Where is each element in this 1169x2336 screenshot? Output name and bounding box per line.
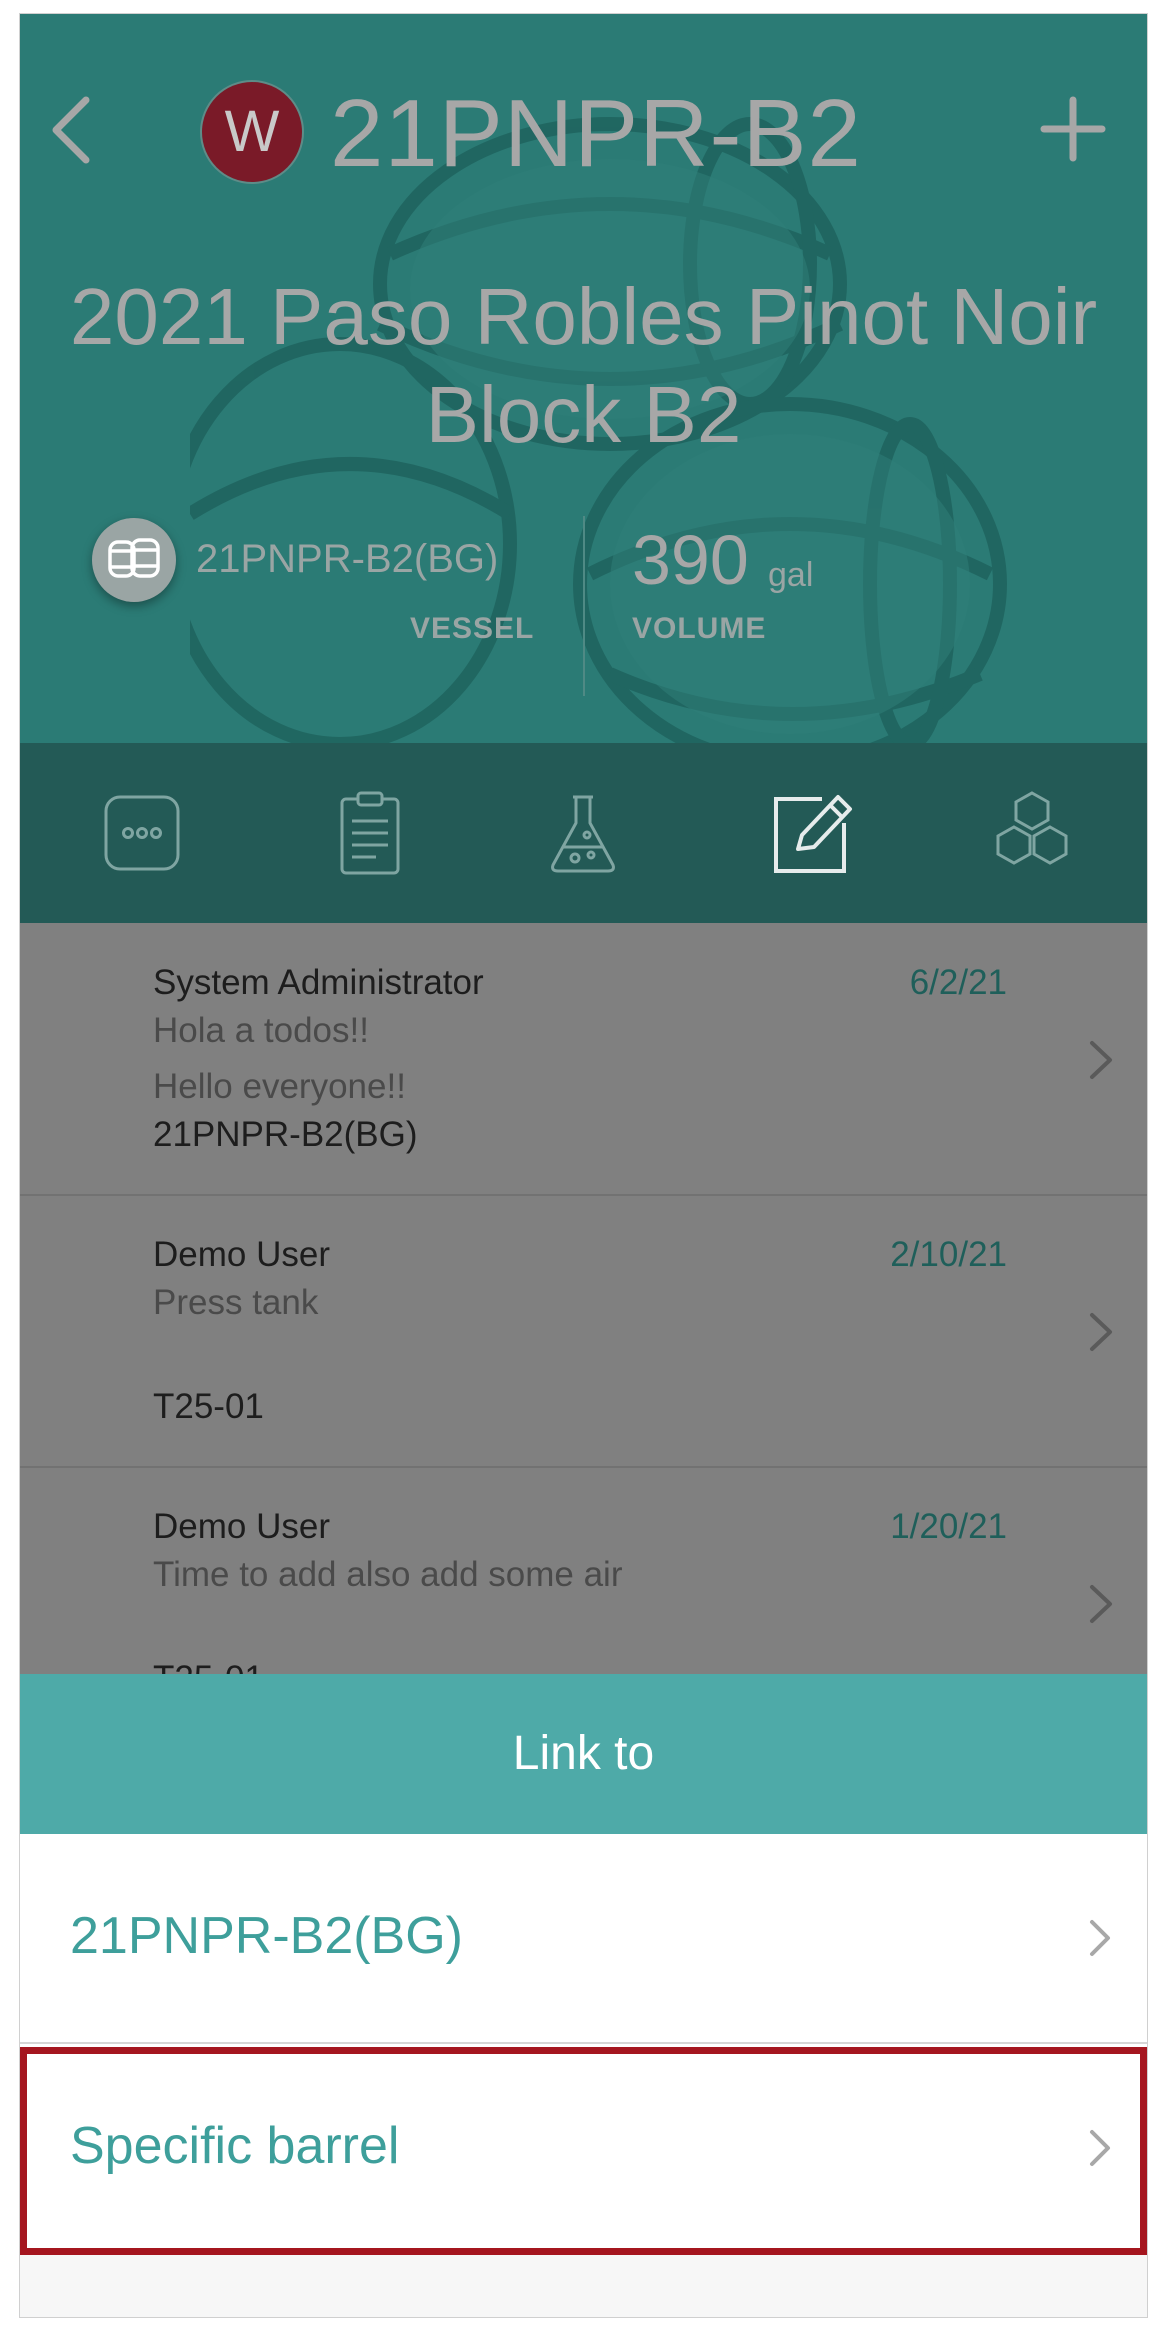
top-bar: W 21PNPR-B2 bbox=[20, 60, 1147, 200]
stat-divider bbox=[583, 516, 585, 696]
note-date: 2/10/21 bbox=[890, 1235, 1007, 1274]
note-item[interactable]: System Administrator 6/2/21 Hola a todos… bbox=[20, 923, 1147, 1196]
note-text: Hello everyone!! bbox=[153, 1067, 406, 1106]
notes-list: System Administrator 6/2/21 Hola a todos… bbox=[20, 923, 1147, 1688]
specific-barrel-option[interactable]: Specific barrel bbox=[20, 2044, 1147, 2254]
link-to-sheet-title: Link to bbox=[20, 1674, 1147, 1834]
chevron-right-icon bbox=[1090, 2130, 1110, 2166]
note-text: Hola a todos!! bbox=[153, 1011, 369, 1050]
chevron-right-icon bbox=[1090, 1041, 1112, 1079]
clipboard-icon[interactable] bbox=[320, 783, 420, 883]
note-item[interactable]: Demo User 2/10/21 Press tank T25-01 bbox=[20, 1195, 1147, 1468]
note-author: System Administrator bbox=[153, 963, 484, 1002]
wine-name: 2021 Paso Robles Pinot Noir Block B2 bbox=[69, 272, 1098, 459]
note-vessel: 21PNPR-B2(BG) bbox=[153, 1115, 418, 1154]
barrel-group-icon bbox=[92, 518, 176, 602]
volume-caption: VOLUME bbox=[632, 612, 767, 645]
volume-unit: gal bbox=[768, 556, 814, 594]
hexagons-icon[interactable] bbox=[982, 783, 1082, 883]
vessel-code-title: 21PNPR-B2 bbox=[330, 80, 862, 187]
note-text: Press tank bbox=[153, 1283, 319, 1322]
option-label: Specific barrel bbox=[70, 2117, 400, 2175]
chevron-right-icon bbox=[1090, 1920, 1110, 1956]
flask-icon[interactable] bbox=[533, 783, 633, 883]
note-author: Demo User bbox=[153, 1235, 330, 1274]
winery-logo: W bbox=[202, 82, 302, 182]
note-vessel: T25-01 bbox=[153, 1387, 264, 1426]
add-icon[interactable] bbox=[1038, 94, 1108, 164]
note-date: 6/2/21 bbox=[909, 963, 1007, 1002]
link-vessel-option[interactable]: 21PNPR-B2(BG) bbox=[20, 1834, 1147, 2044]
vessel-name: 21PNPR-B2(BG) bbox=[196, 537, 499, 581]
chevron-right-icon bbox=[1090, 1585, 1112, 1623]
note-author: Demo User bbox=[153, 1507, 330, 1546]
volume-value: 390 bbox=[632, 521, 749, 599]
tab-bar bbox=[20, 743, 1147, 923]
vessel-caption: VESSEL bbox=[410, 612, 535, 645]
sheet-footer bbox=[20, 2255, 1147, 2317]
vessel-header: W 21PNPR-B2 2021 Paso Robles Pinot Noir … bbox=[20, 14, 1147, 743]
more-icon[interactable] bbox=[92, 783, 192, 883]
back-chevron-icon[interactable] bbox=[38, 90, 108, 170]
option-label: 21PNPR-B2(BG) bbox=[70, 1907, 463, 1965]
note-item[interactable]: Demo User 1/20/21 Time to add also add s… bbox=[20, 1467, 1147, 1688]
note-text: Time to add also add some air bbox=[153, 1555, 623, 1594]
edit-note-icon[interactable] bbox=[760, 783, 860, 883]
note-date: 1/20/21 bbox=[890, 1507, 1007, 1546]
app-screen: W 21PNPR-B2 2021 Paso Robles Pinot Noir … bbox=[20, 14, 1147, 2317]
chevron-right-icon bbox=[1090, 1313, 1112, 1351]
